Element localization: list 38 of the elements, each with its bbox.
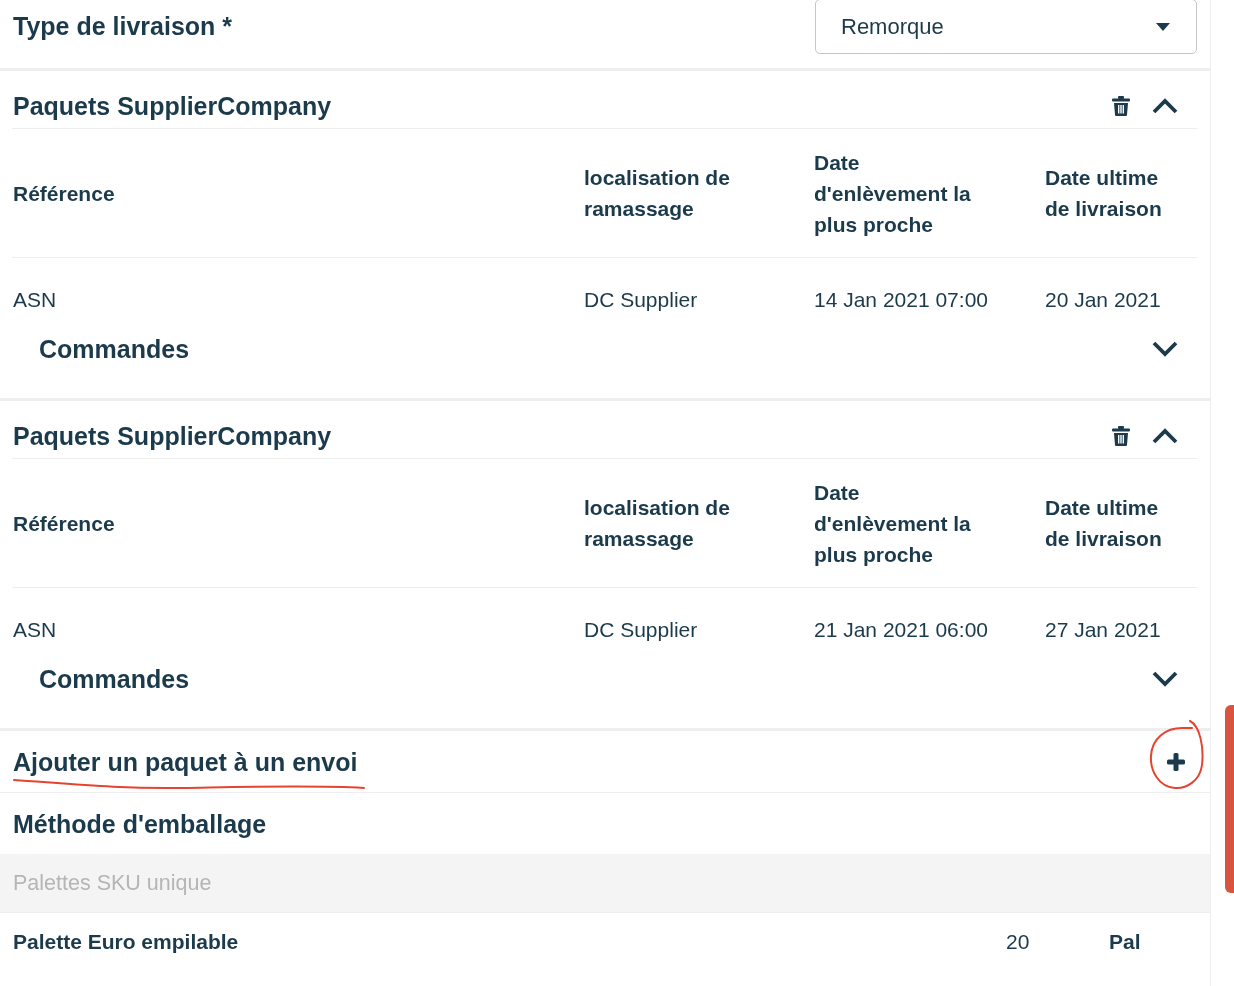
plus-icon <box>1167 752 1185 771</box>
section-title: Ajouter un paquet à un envoi <box>13 746 358 777</box>
orders-title: Commandes <box>39 664 190 694</box>
column-header: Référence <box>13 510 116 537</box>
section-title: Méthode d'emballage <box>13 808 267 839</box>
delivery-type-select[interactable]: Remorque <box>815 0 1197 54</box>
group-header: Palettes SKU unique <box>0 854 1210 912</box>
table-cell-text: 27 Jan 2021 <box>1045 617 1162 643</box>
column-header: Référence <box>13 180 116 207</box>
chevron-up-icon <box>1152 97 1178 114</box>
column-header: Date ultime de livraison <box>1045 165 1163 222</box>
trash-icon <box>1112 425 1130 446</box>
table-cell-text: ASN <box>13 287 58 313</box>
table-cell-text: 21 Jan 2021 06:00 <box>814 617 989 643</box>
item-unit: Pal <box>1109 930 1142 954</box>
trash-icon <box>1112 95 1130 116</box>
caret-icon <box>1156 22 1170 31</box>
section-title: Paquets SupplierCompany <box>13 90 332 121</box>
orders-title: Commandes <box>39 334 190 364</box>
column-header: Date ultime de livraison <box>1045 495 1163 552</box>
item-quantity: 20 <box>1006 930 1031 954</box>
item-name: Palette Euro empilable <box>13 930 240 954</box>
column-header: localisation de ramassage <box>584 495 731 552</box>
chevron-down-icon <box>1152 671 1178 687</box>
table-cell-text: DC Supplier <box>584 287 699 313</box>
chevron-up-icon <box>1152 427 1178 444</box>
column-header: Date d'enlèvement la plus proche <box>814 479 972 568</box>
table-cell-text: 20 Jan 2021 <box>1045 287 1162 313</box>
table-cell-text: ASN <box>13 617 58 643</box>
column-header: Date d'enlèvement la plus proche <box>814 149 972 238</box>
chevron-down-icon <box>1152 341 1178 357</box>
delete-button[interactable] <box>1109 93 1133 118</box>
column-header: localisation de ramassage <box>584 165 731 222</box>
table-cell-text: DC Supplier <box>584 617 699 643</box>
delete-button[interactable] <box>1109 423 1133 448</box>
field-label: Type de livraison * <box>13 11 233 41</box>
table-cell-text: 14 Jan 2021 07:00 <box>814 287 989 313</box>
section-title: Paquets SupplierCompany <box>13 420 332 451</box>
